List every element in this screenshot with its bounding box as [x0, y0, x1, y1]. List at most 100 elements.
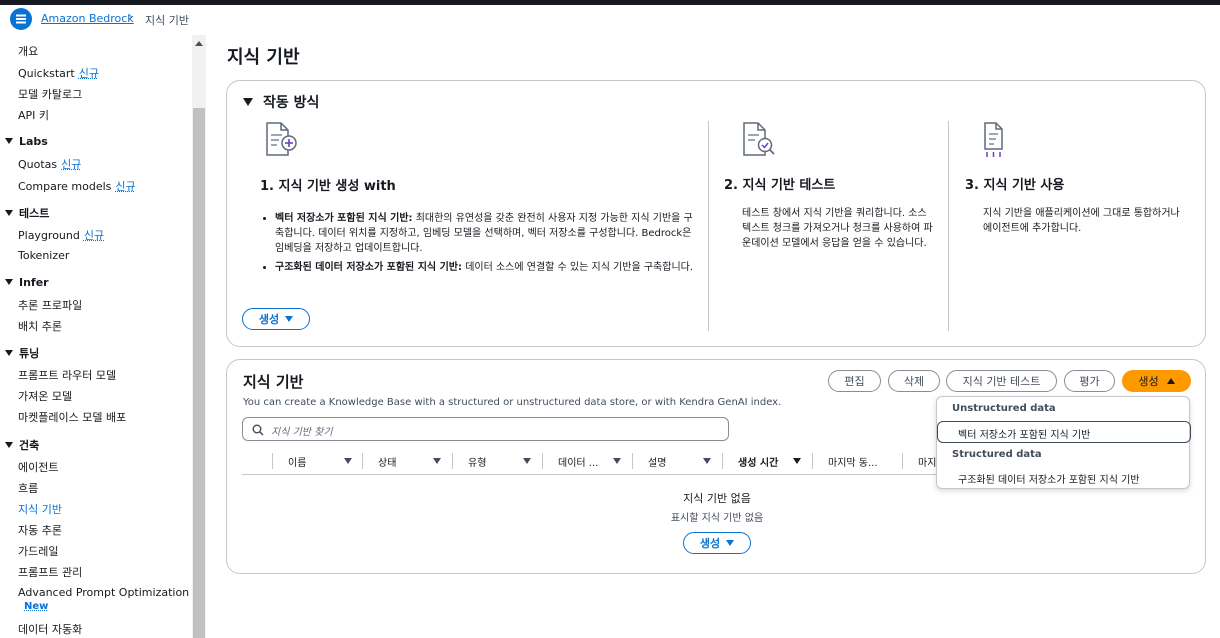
search-input[interactable]: 지식 기반 찾기 — [242, 417, 729, 441]
sidebar-item-inference-profiles[interactable]: 추론 프로파일 — [18, 297, 82, 313]
step1-bullets: 벡터 저장소가 포함된 지식 기반: 최대한의 유연성을 갖춘 완전히 사용자 … — [261, 211, 697, 279]
sidebar-item-playground[interactable]: Playground 신규 — [18, 227, 104, 243]
dropdown-group-structured: Structured data — [952, 449, 1042, 460]
document-search-icon — [743, 122, 775, 156]
caret-down-icon — [5, 210, 13, 216]
step1-create-button[interactable]: 생성 — [242, 308, 310, 330]
caret-up-icon — [1166, 378, 1175, 384]
kb-panel-title: 지식 기반 — [243, 373, 304, 391]
column-header-created[interactable]: 생성 시간 — [738, 454, 778, 469]
bullet-structured-store: 구조화된 데이터 저장소가 포함된 지식 기반: 데이터 소스에 연결할 수 있… — [275, 260, 697, 275]
column-header-last-updated[interactable]: 마지막 동... — [828, 454, 878, 469]
empty-state-create-button[interactable]: 생성 — [683, 532, 751, 554]
new-badge: 신규 — [83, 229, 105, 242]
column-header-description[interactable]: 설명 — [648, 454, 666, 469]
sidebar-item-prompt-management[interactable]: 프롬프트 관리 — [18, 564, 82, 580]
dropdown-item-vector-store-kb[interactable]: 벡터 저장소가 포함된 지식 기반 — [958, 426, 1090, 441]
search-icon — [252, 424, 264, 436]
step3-title: 3. 지식 기반 사용 — [965, 178, 1065, 193]
sidebar-item-quickstart[interactable]: Quickstart 신규 — [18, 65, 99, 81]
step2-title: 2. 지식 기반 테스트 — [724, 178, 836, 193]
sidebar-item-automated-reasoning[interactable]: 자동 추론 — [18, 522, 62, 538]
sidebar-item-compare-models[interactable]: Compare models 신규 — [18, 178, 136, 194]
page-title: 지식 기반 — [227, 47, 300, 68]
how-it-works-panel: 작동 방식 1. 지식 기반 생성 with 벡터 저장소가 포함된 지식 기반… — [226, 80, 1206, 347]
sidebar-item-advanced-prompt-optimization[interactable]: Advanced Prompt Optimization — [18, 586, 189, 599]
caret-down-icon — [5, 350, 13, 356]
step2-description: 테스트 창에서 지식 기반을 쿼리합니다. 소스 텍스트 청크를 가져오거나 청… — [742, 208, 933, 249]
column-separator — [362, 453, 363, 469]
sidebar-item-prompt-router[interactable]: 프롬프트 라우터 모델 — [18, 367, 116, 383]
new-badge: New — [24, 601, 49, 612]
sidebar-section-labs[interactable]: Labs — [5, 135, 48, 148]
caret-down-icon — [726, 540, 735, 546]
sidebar-section-infer[interactable]: Infer — [5, 276, 49, 289]
sidebar-item-knowledge-bases[interactable]: 지식 기반 — [18, 501, 62, 517]
sidebar-item-flows[interactable]: 흐름 — [18, 480, 38, 496]
dropdown-item-structured-store-kb[interactable]: 구조화된 데이터 저장소가 포함된 지식 기반 — [958, 471, 1140, 486]
breadcrumb-link-bedrock[interactable]: Amazon Bedrock — [41, 12, 134, 25]
create-kb-button[interactable]: 생성 — [1122, 370, 1191, 392]
create-dropdown-menu: Unstructured data 벡터 저장소가 포함된 지식 기반 Stru… — [936, 396, 1191, 489]
sidebar-item-model-catalog[interactable]: 모델 카탈로그 — [18, 86, 82, 102]
menu-icon[interactable] — [10, 8, 32, 30]
sidebar-item-guardrails[interactable]: 가드레일 — [18, 543, 58, 559]
sidebar-item-batch-inference[interactable]: 배치 추론 — [18, 318, 62, 334]
step-divider — [948, 121, 949, 331]
sidebar-scrollbar-thumb[interactable] — [193, 108, 205, 638]
sidebar-section-test[interactable]: 테스트 — [5, 205, 49, 221]
sort-icon[interactable] — [793, 458, 801, 464]
column-header-type[interactable]: 유형 — [468, 454, 486, 469]
empty-state-subtitle: 표시할 지식 기반 없음 — [670, 513, 764, 524]
column-header-name[interactable]: 이름 — [288, 454, 306, 469]
edit-button[interactable]: 편집 — [828, 370, 881, 392]
caret-down-icon — [285, 316, 294, 322]
sort-icon[interactable] — [433, 458, 441, 464]
sidebar: 개요 Quickstart 신규 모델 카탈로그 API 키 Labs Quota… — [0, 35, 192, 638]
caret-down-icon — [5, 279, 13, 285]
column-separator — [902, 453, 903, 469]
sidebar-item-marketplace[interactable]: 마켓플레이스 모델 배포 — [18, 409, 126, 425]
empty-state-title: 지식 기반 없음 — [683, 492, 751, 505]
column-separator — [272, 453, 273, 469]
column-separator — [542, 453, 543, 469]
test-kb-button[interactable]: 지식 기반 테스트 — [946, 370, 1057, 392]
evaluate-button[interactable]: 평가 — [1064, 370, 1115, 392]
caret-down-icon — [5, 442, 13, 448]
column-header-truncated[interactable]: 마지 — [918, 454, 936, 469]
new-badge: 신규 — [78, 67, 99, 80]
how-it-works-toggle[interactable]: 작동 방식 — [243, 92, 319, 112]
column-separator — [452, 453, 453, 469]
column-header-data-source[interactable]: 데이터 ... — [558, 454, 598, 469]
sidebar-section-build[interactable]: 건축 — [5, 437, 39, 453]
column-separator — [632, 453, 633, 469]
caret-down-icon — [243, 98, 253, 106]
document-deploy-icon — [984, 122, 1003, 157]
caret-down-icon — [5, 138, 13, 144]
bullet-vector-store: 벡터 저장소가 포함된 지식 기반: 최대한의 유연성을 갖춘 완전히 사용자 … — [275, 211, 697, 256]
sort-icon[interactable] — [344, 458, 352, 464]
new-badge: 신규 — [115, 180, 136, 193]
step1-title: 1. 지식 기반 생성 with — [260, 179, 396, 194]
kb-panel-description: You can create a Knowledge Base with a s… — [243, 397, 782, 408]
sidebar-section-tuning[interactable]: 튜닝 — [5, 345, 39, 361]
column-separator — [722, 453, 723, 469]
search-placeholder: 지식 기반 찾기 — [271, 427, 333, 438]
column-header-status[interactable]: 상태 — [378, 454, 396, 469]
breadcrumb-separator-icon: › — [128, 10, 134, 25]
sidebar-item-data-automation[interactable]: 데이터 자동화 — [18, 621, 82, 637]
new-badge: 신규 — [61, 158, 82, 171]
sort-icon[interactable] — [613, 458, 621, 464]
sidebar-item-imported-models[interactable]: 가져온 모델 — [18, 388, 72, 404]
sidebar-item-tokenizer[interactable]: Tokenizer — [18, 249, 69, 262]
sidebar-item-agents[interactable]: 에이전트 — [18, 459, 58, 475]
sidebar-item-quotas[interactable]: Quotas 신규 — [18, 156, 81, 172]
delete-button[interactable]: 삭제 — [888, 370, 940, 392]
document-add-icon — [266, 122, 297, 156]
sidebar-item-overview[interactable]: 개요 — [18, 43, 38, 59]
sort-icon[interactable] — [523, 458, 531, 464]
sort-icon[interactable] — [703, 458, 711, 464]
header: Amazon Bedrock › 지식 기반 — [0, 5, 1220, 35]
sidebar-item-api-key[interactable]: API 키 — [18, 107, 49, 123]
scroll-up-icon[interactable] — [195, 41, 203, 46]
